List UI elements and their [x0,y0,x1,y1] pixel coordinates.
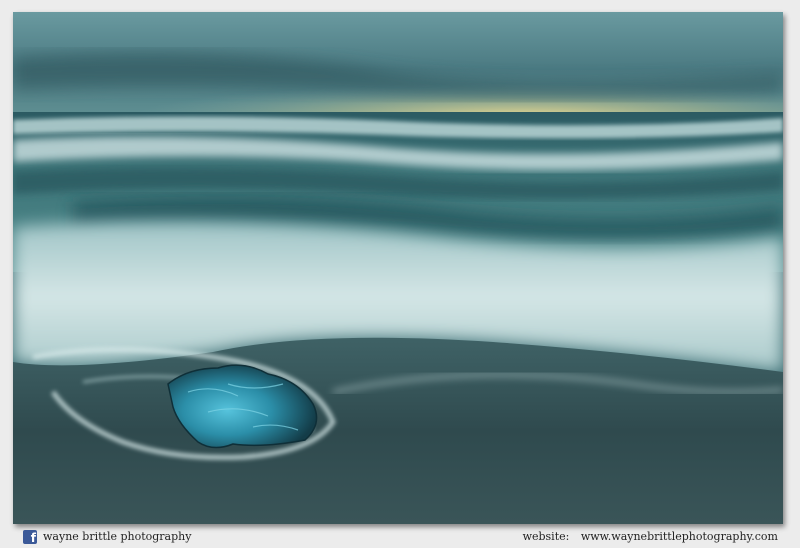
photo-frame [13,12,783,524]
footer: f wayne brittle photography website: www… [0,526,800,548]
black-sand-beach [13,337,783,524]
seascape-photo [13,12,783,524]
website-url[interactable]: www.waynebrittlephotography.com [581,530,778,543]
facebook-icon[interactable]: f [23,530,37,544]
website-info: website: www.waynebrittlephotography.com [523,530,778,543]
brand-name: wayne brittle photography [43,530,192,543]
website-label: website: [522,530,570,543]
